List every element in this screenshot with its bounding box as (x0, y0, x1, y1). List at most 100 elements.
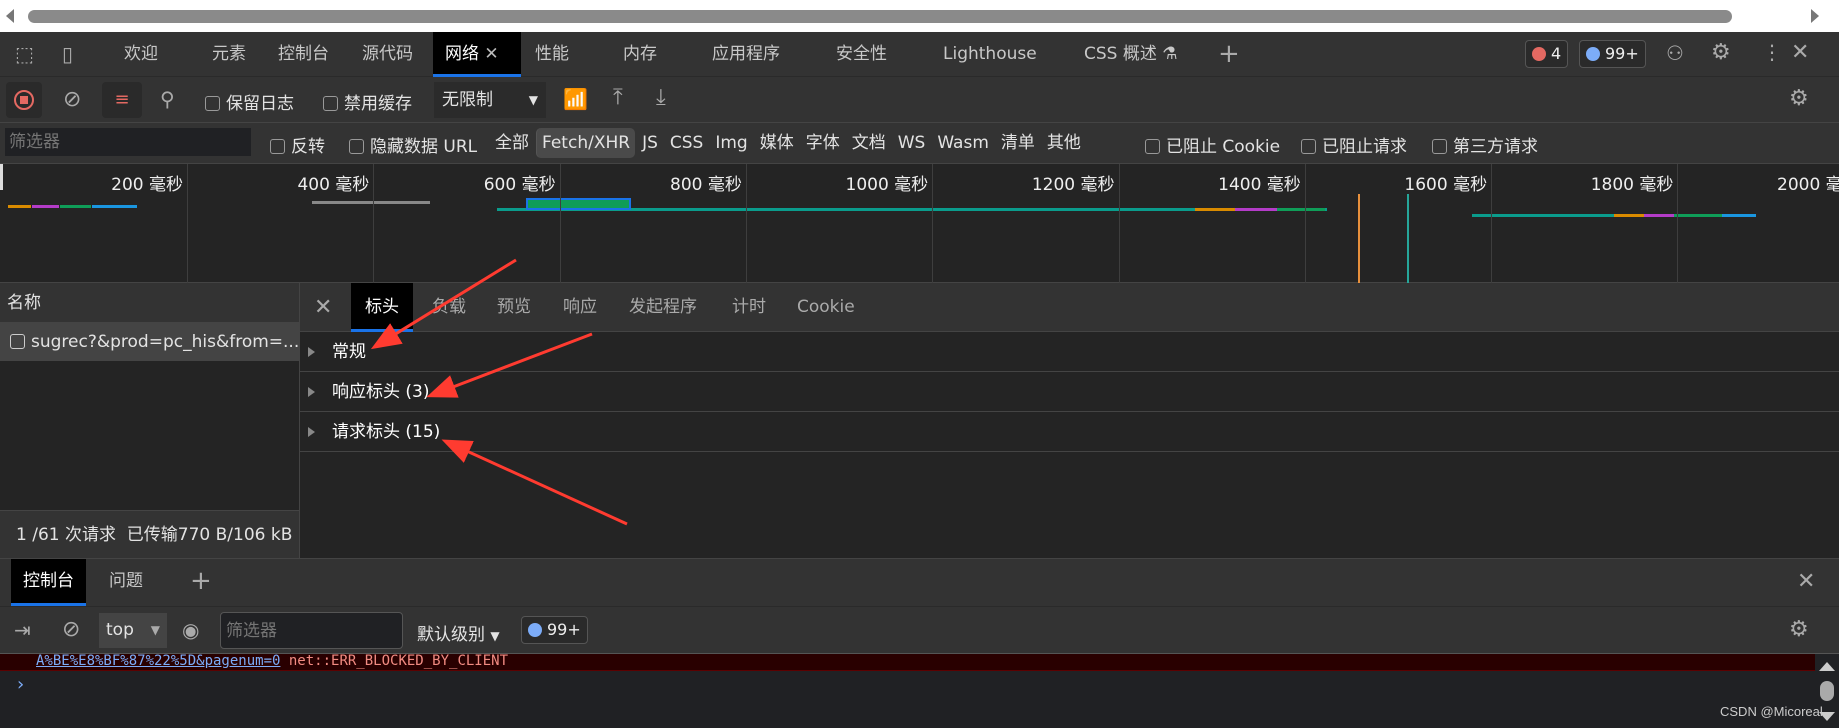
blocked-cookies-checkbox[interactable]: 已阻止 Cookie (1145, 132, 1280, 157)
name-column-header[interactable]: 名称 (0, 283, 299, 323)
filter-type-4[interactable]: Img (710, 128, 752, 158)
network-settings-gear-icon[interactable]: ⚙ (1789, 88, 1809, 110)
error-count-badge[interactable]: 4 (1525, 40, 1569, 68)
scroll-up-icon[interactable] (1819, 662, 1835, 671)
console-prompt-icon[interactable]: › (17, 674, 24, 695)
waterfall-bar (1235, 208, 1277, 211)
tab-headers[interactable]: 标头 (351, 283, 413, 332)
tab-css-overview[interactable]: CSS 概述 ⚗ (1084, 32, 1178, 77)
filter-type-9[interactable]: Wasm (932, 128, 994, 158)
tab-elements[interactable]: 元素 (212, 32, 246, 77)
resource-type-filters: 全部 Fetch/XHR JS CSS Img 媒体 字体 文档 WS Wasm 清单 其他 (490, 128, 1086, 158)
tab-lighthouse[interactable]: Lighthouse (943, 32, 1037, 77)
device-toolbar-icon[interactable]: ▯ (62, 44, 73, 64)
disable-cache-checkbox[interactable]: 禁用缓存 (323, 89, 412, 114)
filter-type-10[interactable]: 清单 (996, 128, 1040, 158)
response-headers-section[interactable]: 响应标头 (3) (300, 372, 1839, 412)
close-devtools-icon[interactable]: ✕ (1791, 42, 1809, 64)
export-har-icon[interactable]: ⤓ (656, 87, 666, 109)
tab-timing[interactable]: 计时 (732, 283, 766, 332)
label: 禁用缓存 (344, 94, 412, 114)
expand-triangle-icon (308, 347, 315, 357)
waterfall-bar (60, 205, 91, 208)
third-party-checkbox[interactable]: 第三方请求 (1432, 132, 1538, 157)
tab-preview[interactable]: 预览 (497, 283, 531, 332)
tab-security[interactable]: 安全性 (836, 32, 887, 77)
tab-sources[interactable]: 源代码 (362, 32, 413, 77)
filter-type-11[interactable]: 其他 (1042, 128, 1086, 158)
waterfall-bar (312, 201, 430, 204)
filter-type-7[interactable]: 文档 (847, 128, 891, 158)
console-message-badge[interactable]: 99+ (521, 616, 588, 644)
scroll-thumb[interactable] (28, 10, 1732, 23)
timeline-handle[interactable] (0, 164, 3, 190)
tab-performance[interactable]: 性能 (535, 32, 569, 77)
tab-application[interactable]: 应用程序 (712, 32, 780, 77)
selected-request-bar[interactable] (526, 198, 631, 210)
tab-response[interactable]: 响应 (563, 283, 597, 332)
live-expression-eye-icon[interactable]: ◉ (182, 620, 199, 640)
clear-icon[interactable]: ⊘ (63, 89, 81, 111)
gear-icon[interactable]: ⚙ (1711, 42, 1731, 64)
more-options-icon[interactable]: ⋮ (1762, 42, 1782, 62)
horizontal-scrollbar[interactable] (0, 0, 1839, 32)
filter-type-3[interactable]: CSS (665, 128, 708, 158)
drawer-tab-bar: 控制台 问题 + ✕ (0, 558, 1839, 606)
context-select[interactable]: top ▼ (99, 613, 167, 648)
sidebar-toggle-icon[interactable]: ⇥ (14, 620, 31, 640)
console-error-message: A%BE%E8%BF%87%22%5D&pagenum=0 net::ERR_B… (0, 654, 1815, 671)
tab-initiator[interactable]: 发起程序 (629, 283, 697, 332)
record-button[interactable] (6, 82, 42, 118)
filter-type-5[interactable]: 媒体 (755, 128, 799, 158)
scroll-thumb[interactable] (1820, 681, 1834, 701)
filter-type-6[interactable]: 字体 (801, 128, 845, 158)
request-row[interactable]: sugrec?&prod=pc_his&from=... (0, 323, 299, 361)
console-filter-input[interactable] (220, 612, 403, 649)
invert-checkbox[interactable]: 反转 (270, 132, 325, 157)
filter-type-1[interactable]: Fetch/XHR (536, 128, 636, 158)
tab-console[interactable]: 控制台 (278, 32, 329, 77)
inspect-element-icon[interactable]: ⬚ (15, 44, 34, 64)
drawer-tab-issues[interactable]: 问题 (109, 559, 143, 604)
network-conditions-icon[interactable]: 📶 (563, 89, 588, 109)
search-icon[interactable]: ⚲ (160, 89, 175, 109)
request-headers-section[interactable]: 请求标头 (15) (300, 412, 1839, 452)
blocked-requests-checkbox[interactable]: 已阻止请求 (1301, 132, 1407, 157)
watermark: CSDN @Micoreal (1720, 704, 1823, 719)
general-section[interactable]: 常规 (300, 332, 1839, 372)
clear-console-icon[interactable]: ⊘ (62, 619, 80, 641)
tab-network[interactable]: 网络 ✕ (433, 32, 521, 77)
network-overview-timeline[interactable]: 200 毫秒 400 毫秒 600 毫秒 800 毫秒 1000 毫秒 1200 毫秒 14… (0, 164, 1839, 283)
drawer-tab-console[interactable]: 控制台 (11, 559, 86, 606)
more-tabs-plus-icon[interactable]: + (1218, 41, 1240, 67)
filter-input[interactable] (5, 128, 251, 156)
preserve-log-checkbox[interactable]: 保留日志 (205, 89, 294, 114)
console-settings-gear-icon[interactable]: ⚙ (1789, 619, 1809, 641)
message-count-badge[interactable]: 99+ (1579, 40, 1646, 68)
add-drawer-tab-plus-icon[interactable]: + (190, 568, 212, 594)
devtools-tab-bar: ⬚ ▯ 欢迎 元素 控制台 源代码 网络 ✕ 性能 内存 应用程序 安全性 Li… (0, 32, 1839, 77)
filter-toggle-icon[interactable]: ≡ (102, 82, 142, 118)
expand-triangle-icon (308, 387, 315, 397)
hide-data-url-checkbox[interactable]: 隐藏数据 URL (349, 132, 477, 157)
tab-memory[interactable]: 内存 (623, 32, 657, 77)
throttling-select[interactable]: 无限制 ▼ (434, 82, 546, 118)
filter-type-8[interactable]: WS (893, 128, 931, 158)
close-details-icon[interactable]: ✕ (314, 297, 332, 319)
scroll-left-icon[interactable] (6, 9, 14, 23)
request-icon (10, 334, 25, 349)
import-har-icon[interactable]: ⤒ (613, 87, 623, 109)
filter-type-2[interactable]: JS (637, 128, 663, 158)
feedback-icon[interactable]: ⚇ (1666, 43, 1684, 63)
badge-count: 4 (1551, 44, 1562, 63)
filter-type-0[interactable]: 全部 (490, 128, 534, 158)
close-tab-icon[interactable]: ✕ (484, 44, 498, 64)
timeline-gridline (745, 164, 747, 283)
tab-payload[interactable]: 负载 (432, 283, 466, 332)
tab-welcome[interactable]: 欢迎 (124, 32, 158, 77)
scroll-right-icon[interactable] (1811, 9, 1819, 23)
tab-cookies[interactable]: Cookie (797, 283, 855, 332)
log-level-select[interactable]: 默认级别 ▼ (417, 620, 500, 645)
error-url-link[interactable]: A%BE%E8%BF%87%22%5D&pagenum=0 (36, 654, 280, 669)
close-drawer-icon[interactable]: ✕ (1797, 571, 1815, 593)
